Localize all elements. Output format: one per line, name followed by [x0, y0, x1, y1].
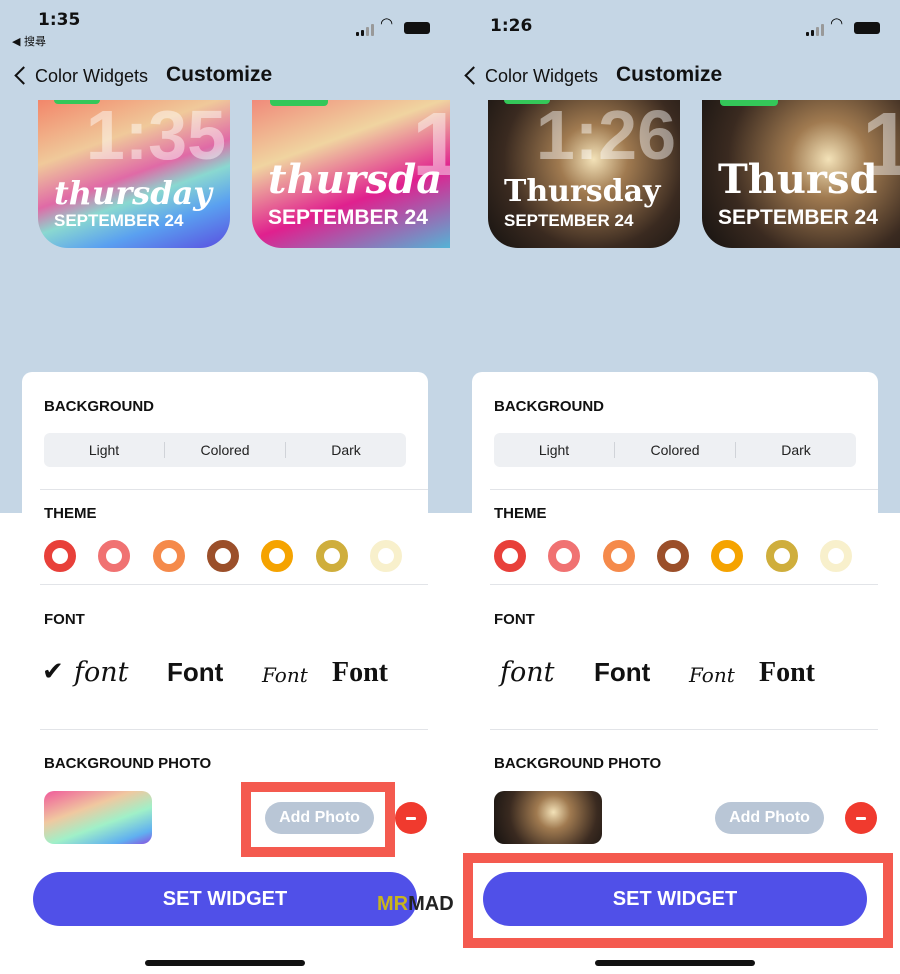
background-segmented-control: Light Colored Dark	[494, 433, 856, 467]
highlight-box	[463, 853, 893, 948]
widget-time: 1:35	[85, 100, 226, 174]
widget-preview-2[interactable]: 1:100%thursdaSEPTEMBER 24	[252, 100, 450, 248]
theme-color-swatch[interactable]	[656, 540, 689, 572]
widget-preview-2[interactable]: 1:100%ThursdSEPTEMBER 24	[702, 100, 900, 248]
page-title: Customize	[616, 63, 723, 86]
font-option-script[interactable]: font	[500, 657, 555, 688]
theme-color-swatch[interactable]	[602, 540, 635, 572]
divider	[490, 584, 878, 585]
phone-panel-1: 1:35 ◀ 搜尋 ◠ Color Widgets Customize 1:35 thurs…	[0, 0, 450, 974]
section-label-background-photo: BACKGROUND PHOTO	[494, 755, 662, 772]
add-photo-button[interactable]: Add Photo	[715, 802, 824, 834]
watermark: MRMAD	[377, 893, 454, 916]
divider	[490, 729, 878, 730]
theme-color-swatch[interactable]	[152, 540, 185, 572]
home-indicator	[595, 960, 755, 966]
font-option-sans[interactable]: Font	[594, 657, 650, 688]
nav-back-button[interactable]: Color Widgets	[485, 66, 598, 87]
wifi-icon: ◠	[830, 14, 844, 32]
section-label-background-photo: BACKGROUND PHOTO	[44, 755, 212, 772]
widget-time: 1:26	[535, 100, 676, 174]
back-to-app-link[interactable]: ◀ 搜尋	[12, 33, 46, 49]
background-option-dark[interactable]: Dark	[735, 442, 856, 458]
widget-day: Thursday	[504, 174, 661, 209]
theme-color-swatch[interactable]	[315, 540, 348, 572]
theme-color-swatch[interactable]	[44, 540, 76, 572]
remove-photo-button[interactable]	[845, 802, 877, 834]
divider	[490, 489, 878, 490]
background-option-dark[interactable]: Dark	[285, 442, 406, 458]
battery-icon	[404, 22, 430, 34]
font-option-calligraphy[interactable]: Font	[689, 663, 735, 687]
nav-back-button[interactable]: Color Widgets	[35, 66, 148, 87]
remove-photo-button[interactable]	[395, 802, 427, 834]
phone-panel-2: 1:26 ◠ Color Widgets Customize 1:26 Thursday S…	[450, 0, 900, 974]
highlight-box	[241, 782, 395, 857]
font-option-sans[interactable]: Font	[167, 657, 223, 688]
background-photo-thumbnail[interactable]	[44, 791, 152, 844]
cellular-signal-icon	[806, 24, 824, 36]
widget-date: SEPTEMBER 24	[504, 211, 634, 230]
home-indicator	[145, 960, 305, 966]
widget-day: Thursd	[718, 156, 878, 203]
theme-color-swatch[interactable]	[261, 540, 294, 572]
page-title: Customize	[166, 63, 273, 86]
font-option-serif[interactable]: Font	[332, 657, 388, 689]
background-option-light[interactable]: Light	[494, 442, 614, 458]
widget-date: SEPTEMBER 24	[718, 206, 878, 229]
widget-preview-1[interactable]: 1:35 thursday SEPTEMBER 24	[38, 100, 230, 248]
background-option-colored[interactable]: Colored	[614, 442, 735, 458]
section-label-font: FONT	[494, 611, 535, 628]
section-label-font: FONT	[44, 611, 85, 628]
battery-badge: 100%	[720, 100, 778, 106]
font-option-calligraphy[interactable]: Font	[262, 663, 308, 687]
theme-color-swatch[interactable]	[819, 540, 852, 572]
wifi-icon: ◠	[380, 14, 394, 32]
widget-date: SEPTEMBER 24	[54, 211, 184, 230]
section-label-theme: THEME	[44, 505, 97, 522]
status-time: 1:26	[490, 16, 533, 36]
background-option-light[interactable]: Light	[44, 442, 164, 458]
watermark-mad: MAD	[408, 893, 454, 915]
widget-day: thursda	[268, 156, 443, 203]
divider	[40, 729, 428, 730]
theme-color-swatch[interactable]	[494, 540, 526, 572]
widget-day: thursday	[54, 174, 212, 212]
theme-color-swatch[interactable]	[711, 540, 744, 572]
battery-icon	[854, 22, 880, 34]
battery-badge: 100%	[270, 100, 328, 106]
theme-color-swatch[interactable]	[369, 540, 402, 572]
background-photo-thumbnail[interactable]	[494, 791, 602, 844]
font-option-script[interactable]: font	[74, 657, 129, 688]
section-label-background: BACKGROUND	[44, 398, 154, 415]
battery-badge	[54, 100, 100, 104]
background-option-colored[interactable]: Colored	[164, 442, 285, 458]
theme-color-swatch[interactable]	[206, 540, 239, 572]
status-time: 1:35	[38, 10, 81, 30]
battery-badge	[504, 100, 550, 104]
background-segmented-control: Light Colored Dark	[44, 433, 406, 467]
selected-checkmark-icon: ✔	[42, 657, 64, 687]
widget-preview-1[interactable]: 1:26 Thursday SEPTEMBER 24	[488, 100, 680, 248]
font-option-serif[interactable]: Font	[759, 657, 815, 689]
divider	[40, 489, 428, 490]
widget-date: SEPTEMBER 24	[268, 206, 428, 229]
set-widget-button[interactable]: SET WIDGET	[33, 872, 417, 926]
section-label-background: BACKGROUND	[494, 398, 604, 415]
cellular-signal-icon	[356, 24, 374, 36]
watermark-mr: MR	[377, 893, 409, 915]
section-label-theme: THEME	[494, 505, 547, 522]
divider	[40, 584, 428, 585]
theme-color-swatch[interactable]	[765, 540, 798, 572]
